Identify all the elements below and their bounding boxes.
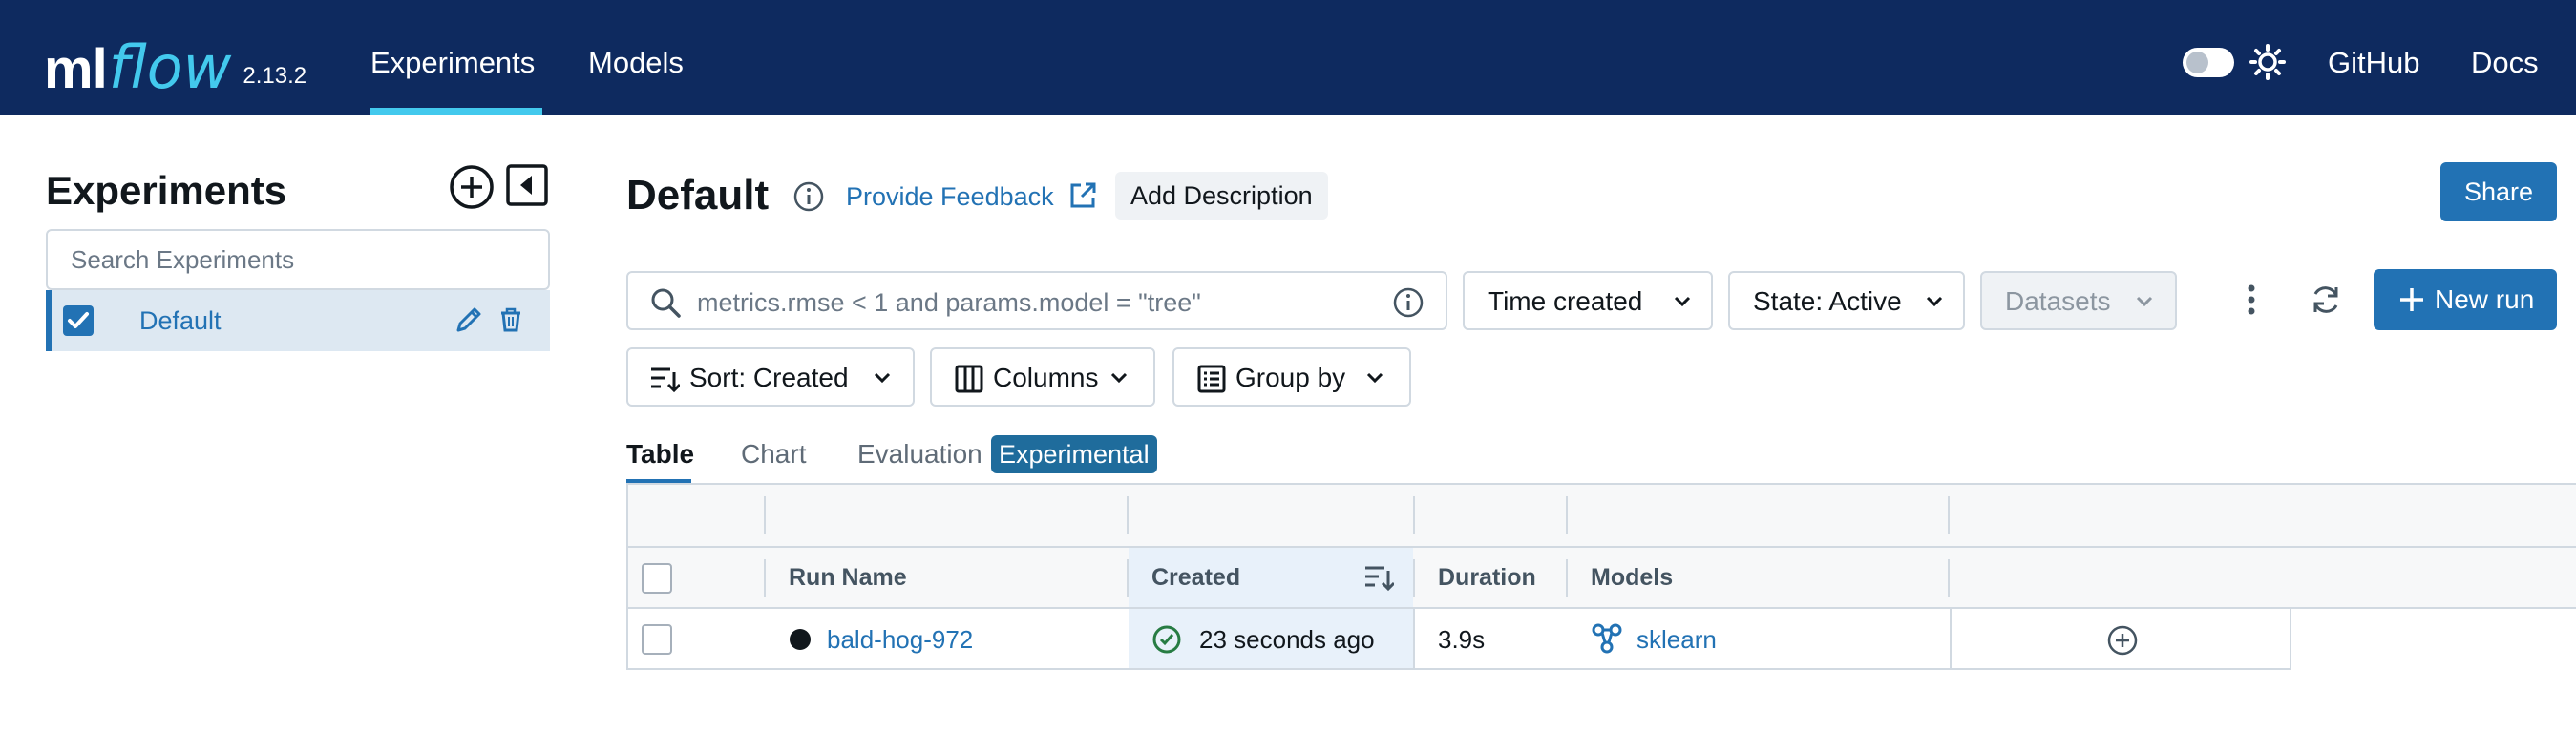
experiment-title: Default [626,172,770,219]
refresh-icon[interactable] [2309,283,2343,317]
state-filter-dropdown[interactable]: State: Active [1728,271,1965,330]
columns-dropdown[interactable]: Columns [930,347,1155,407]
chevron-down-icon [1110,372,1128,384]
time-created-dropdown[interactable]: Time created [1463,271,1713,330]
column-separator [1413,496,1415,534]
columns-label: Columns [993,363,1099,392]
add-column-icon[interactable] [2106,624,2139,657]
column-separator [1127,559,1129,597]
run-name-link[interactable]: bald-hog-972 [827,625,973,654]
state-filter-label: State: Active [1753,286,1902,316]
table-divider [626,546,2576,548]
collapse-sidebar-icon[interactable] [506,164,548,206]
column-separator [764,496,766,534]
chevron-down-icon [1366,372,1383,384]
cell-border [1950,609,1952,670]
column-separator [1948,496,1950,534]
column-group-header-row [626,485,2576,546]
new-run-button[interactable]: New run [2374,269,2557,330]
group-by-dropdown[interactable]: Group by [1172,347,1411,407]
table-left-border [626,485,628,670]
run-color-dot-icon [790,629,811,650]
new-run-label: New run [2435,284,2535,314]
column-separator [764,559,766,597]
run-duration: 3.9s [1438,625,1486,654]
check-icon [68,312,89,328]
table-divider [626,668,2291,670]
datasets-label: Datasets [2005,286,2111,316]
nav-experiments[interactable]: Experiments [370,46,535,80]
sun-icon [2249,44,2286,80]
search-icon [651,288,681,318]
experiment-checkbox[interactable] [63,305,94,336]
chevron-down-icon [874,372,891,384]
top-navigation-bar: ml flow 2.13.2 Experiments Models GitHub… [0,0,2576,115]
sort-label: Sort: Created [689,363,849,392]
column-separator [1566,496,1568,534]
experiment-list-item[interactable]: Default [46,290,550,351]
sort-descending-icon[interactable] [1363,563,1394,592]
table-divider [626,607,2576,609]
group-by-label: Group by [1235,363,1346,392]
nav-models[interactable]: Models [588,46,684,80]
row-checkbox[interactable] [642,624,672,655]
run-created-time: 23 seconds ago [1199,625,1375,654]
experimental-badge: Experimental [991,435,1157,473]
sidebar-title: Experiments [46,168,287,213]
header-created[interactable]: Created [1151,563,1240,592]
search-experiments-input[interactable] [46,229,550,290]
column-separator [1948,559,1950,597]
mlflow-logo[interactable]: ml flow 2.13.2 [44,17,306,97]
column-separator [1413,559,1415,597]
docs-link[interactable]: Docs [2471,46,2539,80]
column-separator [1127,496,1129,534]
sort-icon [651,367,680,393]
header-duration[interactable]: Duration [1438,563,1536,592]
plus-icon [2400,288,2423,311]
logo-text-flow: flow [108,32,232,102]
chevron-down-icon [2136,296,2153,307]
run-search-input[interactable] [697,286,1365,319]
run-search-box[interactable] [626,271,1447,330]
model-link[interactable]: sklearn [1636,625,1717,654]
nav-active-indicator [370,108,542,115]
logo-text-ml: ml [44,38,108,100]
theme-toggle[interactable] [2183,48,2234,77]
cell-border [2290,609,2291,670]
search-info-icon[interactable] [1392,286,1425,319]
column-separator [1566,559,1568,597]
success-check-icon [1152,625,1181,654]
datasets-dropdown[interactable]: Datasets [1980,271,2177,330]
external-link-icon[interactable] [1067,180,1098,211]
create-experiment-icon[interactable] [449,164,495,210]
more-options-icon[interactable] [2236,283,2267,317]
group-by-icon [1197,365,1226,393]
columns-icon [955,365,983,393]
add-description-button[interactable]: Add Description [1115,172,1328,220]
cell-border [1413,609,1415,670]
chevron-down-icon [1926,296,1943,307]
experiment-name: Default [139,306,222,335]
select-all-checkbox[interactable] [642,563,672,594]
model-icon [1592,623,1622,654]
time-created-label: Time created [1488,286,1643,316]
info-icon[interactable] [792,180,825,213]
provide-feedback-link[interactable]: Provide Feedback [846,181,1054,212]
header-run-name[interactable]: Run Name [789,563,907,592]
tab-table[interactable]: Table [626,439,694,470]
version-label: 2.13.2 [243,63,307,89]
edit-pencil-icon[interactable] [453,304,485,336]
github-link[interactable]: GitHub [2328,46,2419,80]
sort-dropdown[interactable]: Sort: Created [626,347,915,407]
tab-evaluation[interactable]: Evaluation [857,439,982,470]
trash-icon[interactable] [496,305,525,334]
tab-chart[interactable]: Chart [741,439,806,470]
toggle-knob [2186,52,2208,73]
share-button[interactable]: Share [2440,162,2557,221]
chevron-down-icon [1674,296,1691,307]
header-models[interactable]: Models [1591,563,1673,592]
